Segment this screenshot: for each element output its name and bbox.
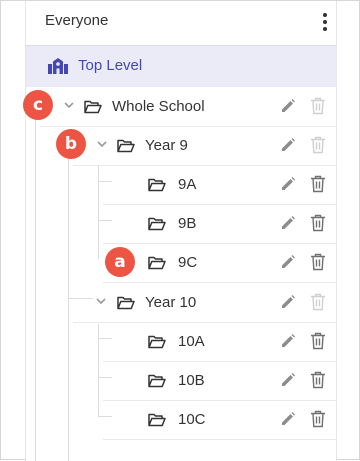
trash-icon — [311, 293, 325, 311]
pencil-icon[interactable] — [280, 176, 296, 192]
tree-line — [35, 105, 36, 461]
folder-open-icon — [148, 335, 166, 349]
top-level-label: Top Level — [78, 57, 143, 74]
pencil-icon[interactable] — [280, 137, 296, 153]
trash-icon[interactable] — [310, 214, 326, 232]
callout-badge-c: c — [23, 90, 53, 120]
tree-label: 10A — [178, 333, 205, 350]
tree-label: Year 10 — [145, 294, 197, 311]
pencil-icon[interactable] — [280, 333, 296, 349]
folder-open-icon — [148, 374, 166, 388]
school-building-icon — [48, 58, 68, 74]
tree-row-9a[interactable]: 9A — [103, 165, 337, 205]
folder-open-icon — [148, 178, 166, 192]
chevron-down-icon[interactable] — [97, 141, 107, 148]
tree-line — [98, 220, 112, 221]
trash-icon — [311, 136, 325, 154]
trash-icon[interactable] — [310, 253, 326, 271]
pencil-icon[interactable] — [280, 254, 296, 270]
screenshot-frame: Everyone Top Level Whole School Year 9 9… — [0, 0, 360, 461]
folder-open-icon — [117, 139, 135, 153]
tree-label: Whole School — [112, 98, 205, 115]
tree-line — [98, 338, 112, 339]
tree-row-10a[interactable]: 10A — [103, 322, 337, 362]
trash-icon[interactable] — [310, 332, 326, 350]
tree-row-year-9[interactable]: Year 9 — [73, 126, 337, 166]
tree-line — [98, 166, 99, 259]
pencil-icon[interactable] — [280, 215, 296, 231]
folder-open-icon — [148, 413, 166, 427]
callout-badge-b: b — [56, 129, 86, 159]
trash-icon[interactable] — [310, 175, 326, 193]
panel-title: Everyone — [45, 12, 109, 29]
tree-line — [98, 416, 112, 417]
tree-label: 10C — [178, 411, 206, 428]
pencil-icon[interactable] — [280, 372, 296, 388]
tree-row-10c[interactable]: 10C — [103, 400, 337, 440]
panel-header: Everyone — [26, 1, 338, 43]
folder-open-icon — [148, 256, 166, 270]
tree-row-whole-school[interactable]: Whole School — [40, 87, 337, 127]
tree-label: 9B — [178, 215, 197, 232]
folder-open-icon — [148, 217, 166, 231]
tree-row-year-10[interactable]: Year 10 — [73, 283, 337, 323]
pencil-icon[interactable] — [280, 294, 296, 310]
tree-label: 9A — [178, 176, 197, 193]
folder-open-icon — [117, 296, 135, 310]
tree-line — [68, 144, 69, 461]
pencil-icon[interactable] — [280, 411, 296, 427]
more-options-icon[interactable] — [322, 13, 328, 31]
tree-line — [98, 377, 112, 378]
tree-line — [98, 181, 112, 182]
groups-panel: Everyone Top Level Whole School Year 9 9… — [25, 1, 337, 461]
trash-icon — [311, 97, 325, 115]
top-level-item[interactable]: Top Level — [26, 45, 337, 87]
trash-icon[interactable] — [310, 410, 326, 428]
tree-label: 10B — [178, 372, 205, 389]
pencil-icon[interactable] — [280, 98, 296, 114]
callout-badge-a: a — [105, 247, 135, 277]
tree-label: 9C — [178, 254, 198, 271]
chevron-down-icon[interactable] — [96, 298, 106, 305]
folder-open-icon — [84, 100, 102, 114]
chevron-down-icon[interactable] — [64, 102, 74, 109]
trash-icon[interactable] — [310, 371, 326, 389]
tree-row-9c[interactable]: 9C — [103, 243, 337, 283]
tree-label: Year 9 — [145, 137, 188, 154]
tree-row-9b[interactable]: 9B — [103, 204, 337, 244]
tree-row-10b[interactable]: 10B — [103, 361, 337, 401]
